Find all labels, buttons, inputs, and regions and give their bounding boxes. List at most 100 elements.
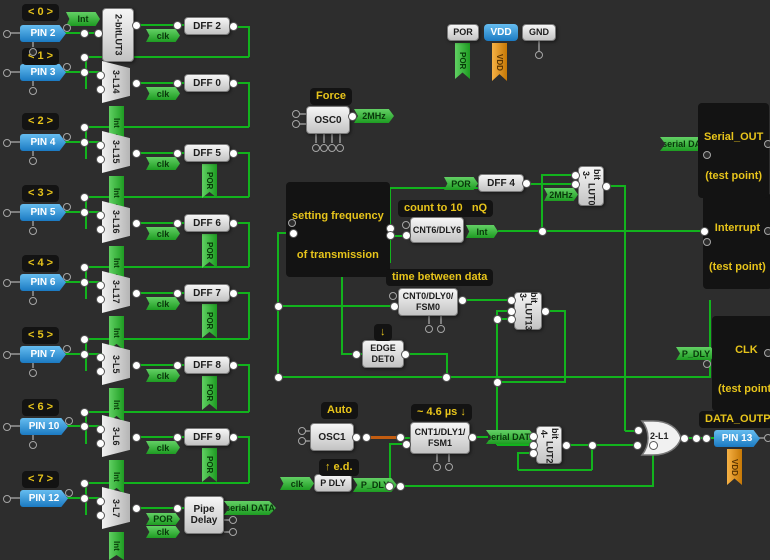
junction-dot: [96, 225, 105, 234]
lut13-block[interactable]: 3-bitLUT13: [514, 292, 542, 330]
clk-testpoint-line1: CLK: [718, 344, 770, 357]
pipe-delay-block[interactable]: Pipe Delay: [184, 496, 224, 534]
vdd-block[interactable]: VDD: [484, 24, 518, 41]
junction-dot: [173, 361, 182, 370]
lut2-label-2: LUT2: [544, 441, 555, 464]
por-block[interactable]: POR: [447, 24, 479, 41]
edge-det0-block[interactable]: EDGE DET0: [362, 340, 404, 368]
net-ribbon-por[interactable]: POR: [202, 448, 217, 482]
lut2-block[interactable]: 4-bitLUT2: [536, 426, 562, 464]
mux-3-l7[interactable]: 3-L7: [102, 487, 130, 529]
net-tag-clk[interactable]: clk: [146, 227, 180, 240]
freq-annotation: setting frequency of transmission: [286, 182, 390, 277]
lut0-block[interactable]: 3-bitLUT0: [578, 166, 604, 206]
mux-3-l14[interactable]: 3-L14: [102, 61, 130, 103]
mux-3-l17[interactable]: 3-L17: [102, 271, 130, 313]
dff6-block[interactable]: DFF 6: [184, 214, 230, 232]
net-tag-clk[interactable]: clk: [146, 526, 180, 538]
lut3-block[interactable]: 2-bitLUT3: [102, 8, 134, 62]
net-ribbon-int[interactable]: Int: [109, 316, 124, 350]
pin-10[interactable]: PIN 10: [20, 418, 68, 435]
mux-3-l16[interactable]: 3-L16: [102, 201, 130, 243]
net-tag-clk[interactable]: clk: [280, 477, 314, 490]
pin-4[interactable]: PIN 4: [20, 134, 66, 151]
junction-dot: [493, 378, 502, 387]
net-tag-por[interactable]: POR: [444, 177, 478, 190]
net-ribbon-por[interactable]: POR: [202, 164, 217, 198]
mux-3-l5[interactable]: 3-L5: [102, 343, 130, 385]
osc1-block[interactable]: OSC1: [310, 423, 354, 451]
pin-stub: [3, 69, 11, 77]
mux-3-l15[interactable]: 3-L15: [102, 131, 130, 173]
or-gate-2-l1[interactable]: 2-L1: [640, 420, 682, 456]
pin-2[interactable]: PIN 2: [20, 25, 66, 42]
pin-stub: [433, 463, 441, 471]
time-annotation: time between data: [386, 269, 493, 286]
net-tag-int[interactable]: Int: [66, 12, 100, 26]
net-ribbon-int[interactable]: Int: [109, 532, 124, 560]
net-ribbon-por[interactable]: POR: [455, 43, 470, 79]
p-dly-block[interactable]: P DLY: [314, 474, 352, 492]
cnt1-dly1-fsm1-block[interactable]: CNT1/DLY1/ FSM1: [410, 422, 470, 454]
stub-wire: [538, 41, 540, 51]
dff9-block[interactable]: DFF 9: [184, 428, 230, 446]
junction-dot: [229, 219, 238, 228]
net-ribbon-vdd[interactable]: VDD: [727, 449, 742, 485]
lut3-label-2: LUT3: [113, 33, 124, 56]
net-tag-clk[interactable]: clk: [146, 157, 180, 170]
net-ribbon-por[interactable]: POR: [202, 304, 217, 338]
junction-dot: [132, 79, 141, 88]
net-label-bit6: < 6 >: [22, 399, 59, 416]
pin-stub: [445, 463, 453, 471]
net-tag-clk[interactable]: clk: [146, 369, 180, 382]
net-tag-2mhz[interactable]: 2MHz: [544, 188, 578, 201]
pin-7[interactable]: PIN 7: [20, 346, 66, 363]
junction-dot: [522, 179, 531, 188]
junction-dot: [132, 433, 141, 442]
net-tag-clk[interactable]: clk: [146, 29, 180, 42]
dff8-block[interactable]: DFF 8: [184, 356, 230, 374]
junction-dot: [229, 79, 238, 88]
net-tag-clk[interactable]: clk: [146, 87, 180, 100]
dff5-block[interactable]: DFF 5: [184, 144, 230, 162]
dff7-block[interactable]: DFF 7: [184, 284, 230, 302]
net-ribbon-por[interactable]: POR: [202, 376, 217, 410]
net-tag-int[interactable]: Int: [466, 225, 498, 238]
cnt0-label-2: FSM0: [416, 302, 440, 313]
cnt0-dly0-fsm0-block[interactable]: CNT0/DLY0/ FSM0: [398, 288, 458, 316]
pin-6[interactable]: PIN 6: [20, 274, 66, 291]
junction-dot: [96, 367, 105, 376]
cnt6-dly6-block[interactable]: CNT6/DLY6: [410, 217, 464, 243]
net-tag-2mhz[interactable]: 2MHz: [354, 109, 394, 123]
net-ribbon-int[interactable]: Int: [109, 460, 124, 494]
stub-wire: [440, 316, 442, 324]
gnd-block[interactable]: GND: [522, 24, 556, 41]
net-ribbon-por[interactable]: POR: [202, 234, 217, 268]
net-tag-por[interactable]: POR: [146, 513, 180, 525]
osc0-block[interactable]: OSC0: [306, 106, 350, 134]
interrupt-testpoint-line2: (test point): [709, 261, 766, 274]
schematic-canvas[interactable]: < 0 > PIN 2 Int 2-bitLUT3 clk DFF 2 < 1 …: [0, 0, 770, 560]
pin-3[interactable]: PIN 3: [20, 64, 66, 81]
pin-stub: [3, 495, 11, 503]
interrupt-testpoint-label: Interrupt (test point): [703, 194, 770, 289]
net-tag-serial-data[interactable]: serial DATA: [224, 501, 276, 515]
junction-dot: [571, 171, 580, 180]
pin-5[interactable]: PIN 5: [20, 204, 66, 221]
stub-wire: [331, 134, 333, 143]
net-ribbon-int[interactable]: Int: [109, 388, 124, 422]
junction-dot: [80, 193, 89, 202]
dff4-block[interactable]: DFF 4: [478, 174, 524, 192]
pin-12[interactable]: PIN 12: [20, 490, 68, 507]
junction-dot: [352, 433, 361, 442]
junction-dot: [80, 138, 89, 147]
mux-3-l6[interactable]: 3-L6: [102, 415, 130, 457]
net-tag-p-dly[interactable]: P_DLY: [676, 347, 716, 360]
dff2-block[interactable]: DFF 2: [184, 17, 230, 35]
dff0-block[interactable]: DFF 0: [184, 74, 230, 92]
net-tag-clk[interactable]: clk: [146, 441, 180, 454]
net-tag-clk[interactable]: clk: [146, 297, 180, 310]
net-ribbon-vdd[interactable]: VDD: [492, 43, 507, 81]
pin-stub: [229, 516, 237, 524]
pin-13[interactable]: PIN 13: [714, 430, 760, 447]
